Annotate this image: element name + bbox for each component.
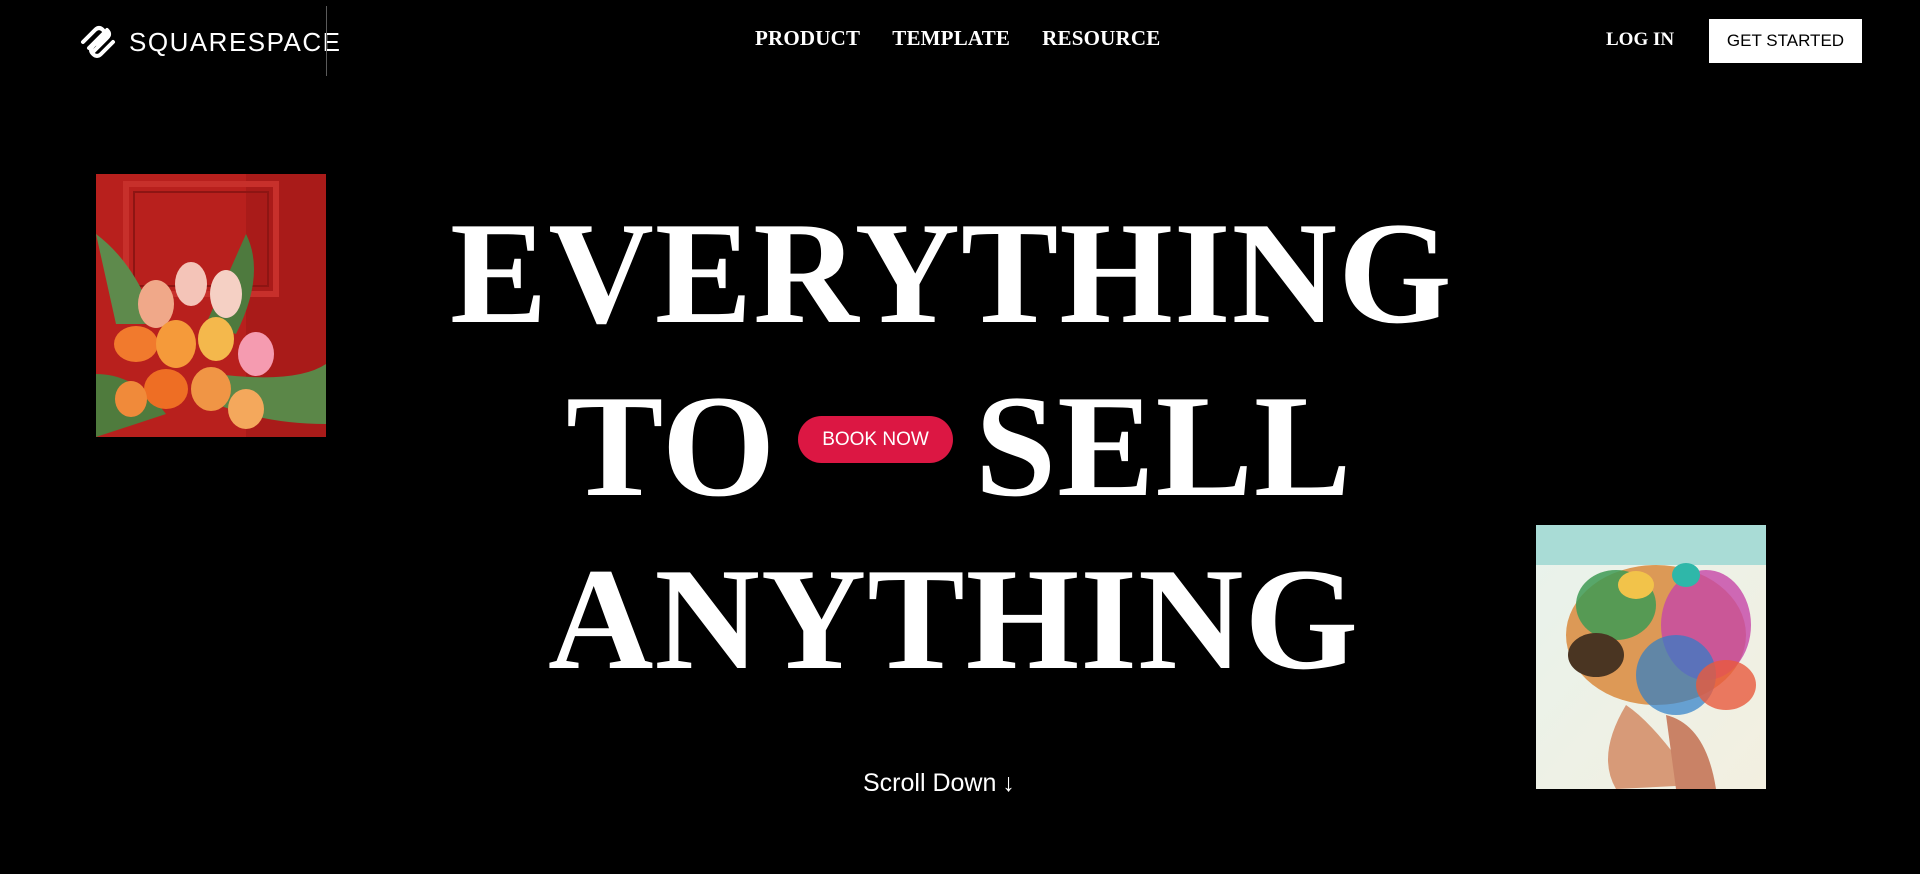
login-link[interactable]: LOG IN	[1606, 29, 1674, 51]
header: SQUARESPACE PRODUCT TEMPLATE RESOURCE LO…	[0, 0, 1920, 82]
nav-resource[interactable]: RESOURCE	[1042, 26, 1160, 51]
squarespace-logo-icon	[81, 26, 115, 58]
book-now-button[interactable]: BOOK NOW	[798, 416, 953, 463]
logo[interactable]: SQUARESPACE	[77, 22, 342, 62]
get-started-button[interactable]: GET STARTED	[1709, 19, 1862, 63]
arrow-down-icon: ↓	[1002, 769, 1015, 797]
scroll-down-label: Scroll Down	[863, 769, 997, 797]
main-nav: PRODUCT TEMPLATE RESOURCE	[755, 26, 1160, 51]
logo-text: SQUARESPACE	[129, 26, 342, 57]
artwork-image	[1536, 525, 1766, 789]
headline-to: TO	[566, 365, 777, 527]
headline-everything: EVERYTHING	[450, 192, 1453, 354]
tulips-image	[96, 174, 326, 437]
headline-anything: ANYTHING	[548, 538, 1360, 700]
scroll-down-link[interactable]: Scroll Down ↓	[863, 769, 1015, 798]
header-divider	[326, 6, 327, 76]
nav-product[interactable]: PRODUCT	[755, 26, 860, 51]
headline-sell: SELL	[975, 365, 1353, 527]
landing-page: SQUARESPACE PRODUCT TEMPLATE RESOURCE LO…	[0, 0, 1920, 874]
nav-template[interactable]: TEMPLATE	[892, 26, 1010, 51]
